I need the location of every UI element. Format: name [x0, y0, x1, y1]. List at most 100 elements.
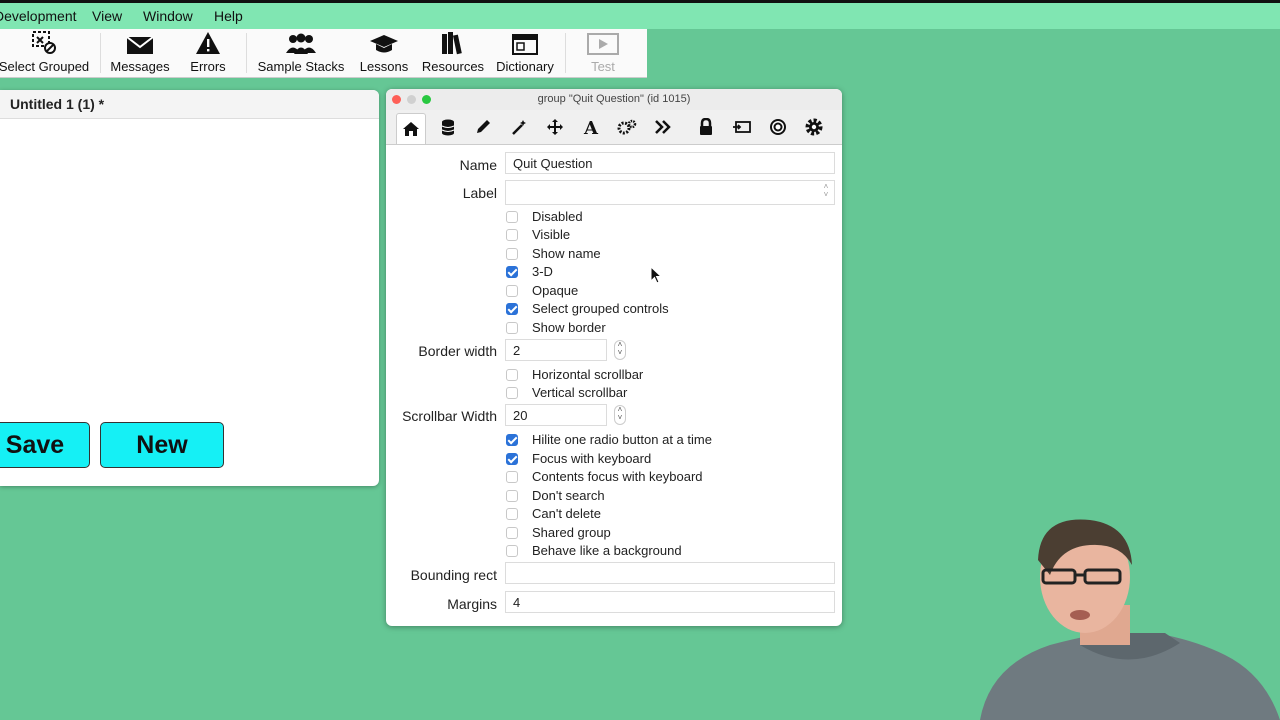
- checkbox-label: Select grouped controls: [532, 301, 669, 316]
- checkbox-label: Contents focus with keyboard: [532, 469, 703, 484]
- lessons-button[interactable]: Lessons: [354, 29, 414, 77]
- cant-delete-checkbox[interactable]: [506, 508, 518, 520]
- inspector-tabs: A: [386, 110, 842, 145]
- toolbar-label: Errors: [190, 59, 226, 74]
- tab-script[interactable]: [727, 113, 757, 141]
- checkbox-label: Show border: [532, 320, 606, 335]
- checkbox-label: Show name: [532, 246, 601, 261]
- toolbar-label: Test: [591, 59, 615, 74]
- inspector-titlebar: group "Quit Question" (id 1015): [386, 89, 842, 110]
- errors-button[interactable]: Errors: [180, 29, 236, 77]
- checkbox-label: Behave like a background: [532, 543, 682, 558]
- tab-lock[interactable]: [691, 113, 721, 141]
- tab-more[interactable]: [648, 113, 678, 141]
- select-grouped-icon: [32, 31, 56, 54]
- select-grouped-button[interactable]: Select Grouped: [0, 29, 92, 77]
- menu-help[interactable]: Help: [214, 8, 243, 24]
- toolbar-divider: [565, 33, 566, 73]
- vertical-scrollbar-checkbox[interactable]: [506, 387, 518, 399]
- save-button[interactable]: Save: [0, 422, 90, 468]
- new-button[interactable]: New: [100, 422, 224, 468]
- focus-with-keyboard-checkbox[interactable]: [506, 453, 518, 465]
- dictionary-icon: [512, 34, 538, 55]
- visible-checkbox[interactable]: [506, 229, 518, 241]
- checkbox-label: 3-D: [532, 264, 553, 279]
- menu-view[interactable]: View: [92, 8, 122, 24]
- tab-custom-properties[interactable]: [433, 113, 463, 141]
- scrollbar-width-field[interactable]: 20: [505, 404, 607, 426]
- presenter-webcam: [980, 519, 1280, 720]
- label-label: Label: [462, 185, 497, 201]
- inspector-title: group "Quit Question" (id 1015): [537, 93, 691, 105]
- select-grouped-controls-checkbox[interactable]: [506, 303, 518, 315]
- tab-settings[interactable]: [799, 113, 829, 141]
- pencil-icon: [477, 120, 490, 133]
- minimize-window-button[interactable]: [407, 95, 416, 104]
- checkbox-label: Horizontal scrollbar: [532, 367, 644, 382]
- toolbar-label: Select Grouped: [0, 59, 90, 74]
- tab-basic[interactable]: [396, 113, 426, 144]
- zoom-window-button[interactable]: [422, 95, 431, 104]
- margins-field[interactable]: 4: [505, 591, 835, 613]
- toolbar-divider: [100, 33, 101, 73]
- books-icon: [442, 32, 462, 55]
- toolbar-label: Resources: [421, 59, 485, 74]
- magic-wand-icon: [512, 120, 526, 135]
- warning-icon: [196, 32, 220, 54]
- bounding-rect-field[interactable]: [505, 562, 835, 584]
- gear-icon: [805, 118, 823, 136]
- border-width-stepper[interactable]: ˄ ˅: [614, 340, 626, 360]
- people-icon: [286, 33, 316, 54]
- messages-button[interactable]: Messages: [106, 29, 174, 77]
- name-label: Name: [459, 157, 497, 173]
- move-icon: [547, 119, 563, 135]
- three-d-checkbox[interactable]: [506, 266, 518, 278]
- checkbox-label: Disabled: [532, 209, 583, 224]
- tab-advanced[interactable]: [612, 113, 642, 141]
- sample-stacks-button[interactable]: Sample Stacks: [252, 29, 350, 77]
- checkbox-label: Focus with keyboard: [532, 451, 652, 466]
- dictionary-button[interactable]: Dictionary: [490, 29, 560, 77]
- dont-search-checkbox[interactable]: [506, 490, 518, 502]
- tab-target[interactable]: [763, 113, 793, 141]
- checkbox-label: Can't delete: [532, 506, 601, 521]
- hilite-one-radio-checkbox[interactable]: [506, 434, 518, 446]
- toolbar-divider: [246, 33, 247, 73]
- resources-button[interactable]: Resources: [418, 29, 488, 77]
- chevrons-icon: [655, 120, 671, 134]
- lock-icon: [700, 118, 712, 135]
- tab-position[interactable]: [540, 113, 570, 141]
- scrollbar-width-stepper[interactable]: ˄ ˅: [614, 405, 626, 425]
- label-field[interactable]: [505, 180, 835, 205]
- tab-text[interactable]: A: [576, 113, 606, 141]
- toolbar: Select Grouped Messages Errors Sample St…: [0, 29, 647, 78]
- test-button[interactable]: Test: [572, 29, 634, 77]
- show-name-checkbox[interactable]: [506, 248, 518, 260]
- show-border-checkbox[interactable]: [506, 322, 518, 334]
- stack-window: Untitled 1 (1) * Save New: [0, 90, 379, 486]
- border-width-label: Border width: [418, 343, 497, 359]
- menu-development[interactable]: Development: [0, 8, 77, 24]
- shared-group-checkbox[interactable]: [506, 527, 518, 539]
- graduation-cap-icon: [370, 35, 398, 53]
- disabled-checkbox[interactable]: [506, 211, 518, 223]
- label-field-scroll[interactable]: ˄ ˅: [820, 183, 832, 203]
- bounding-rect-label: Bounding rect: [410, 567, 497, 583]
- stack-window-title: Untitled 1 (1) *: [0, 90, 379, 119]
- checkbox-label: Visible: [532, 227, 571, 242]
- close-window-button[interactable]: [392, 95, 401, 104]
- home-icon: [403, 122, 419, 136]
- name-field[interactable]: Quit Question: [505, 152, 835, 174]
- opaque-checkbox[interactable]: [506, 285, 518, 297]
- scrollbar-width-label: Scrollbar Width: [402, 408, 497, 424]
- contents-focus-checkbox[interactable]: [506, 471, 518, 483]
- horizontal-scrollbar-checkbox[interactable]: [506, 369, 518, 381]
- tab-effects[interactable]: [504, 113, 534, 141]
- menu-window[interactable]: Window: [143, 8, 193, 24]
- behave-like-background-checkbox[interactable]: [506, 545, 518, 557]
- tab-colors[interactable]: [468, 113, 498, 141]
- border-width-field[interactable]: 2: [505, 339, 607, 361]
- database-icon: [441, 119, 455, 135]
- gears-icon: [617, 119, 637, 135]
- property-inspector: group "Quit Question" (id 1015) A Name Q…: [386, 89, 842, 626]
